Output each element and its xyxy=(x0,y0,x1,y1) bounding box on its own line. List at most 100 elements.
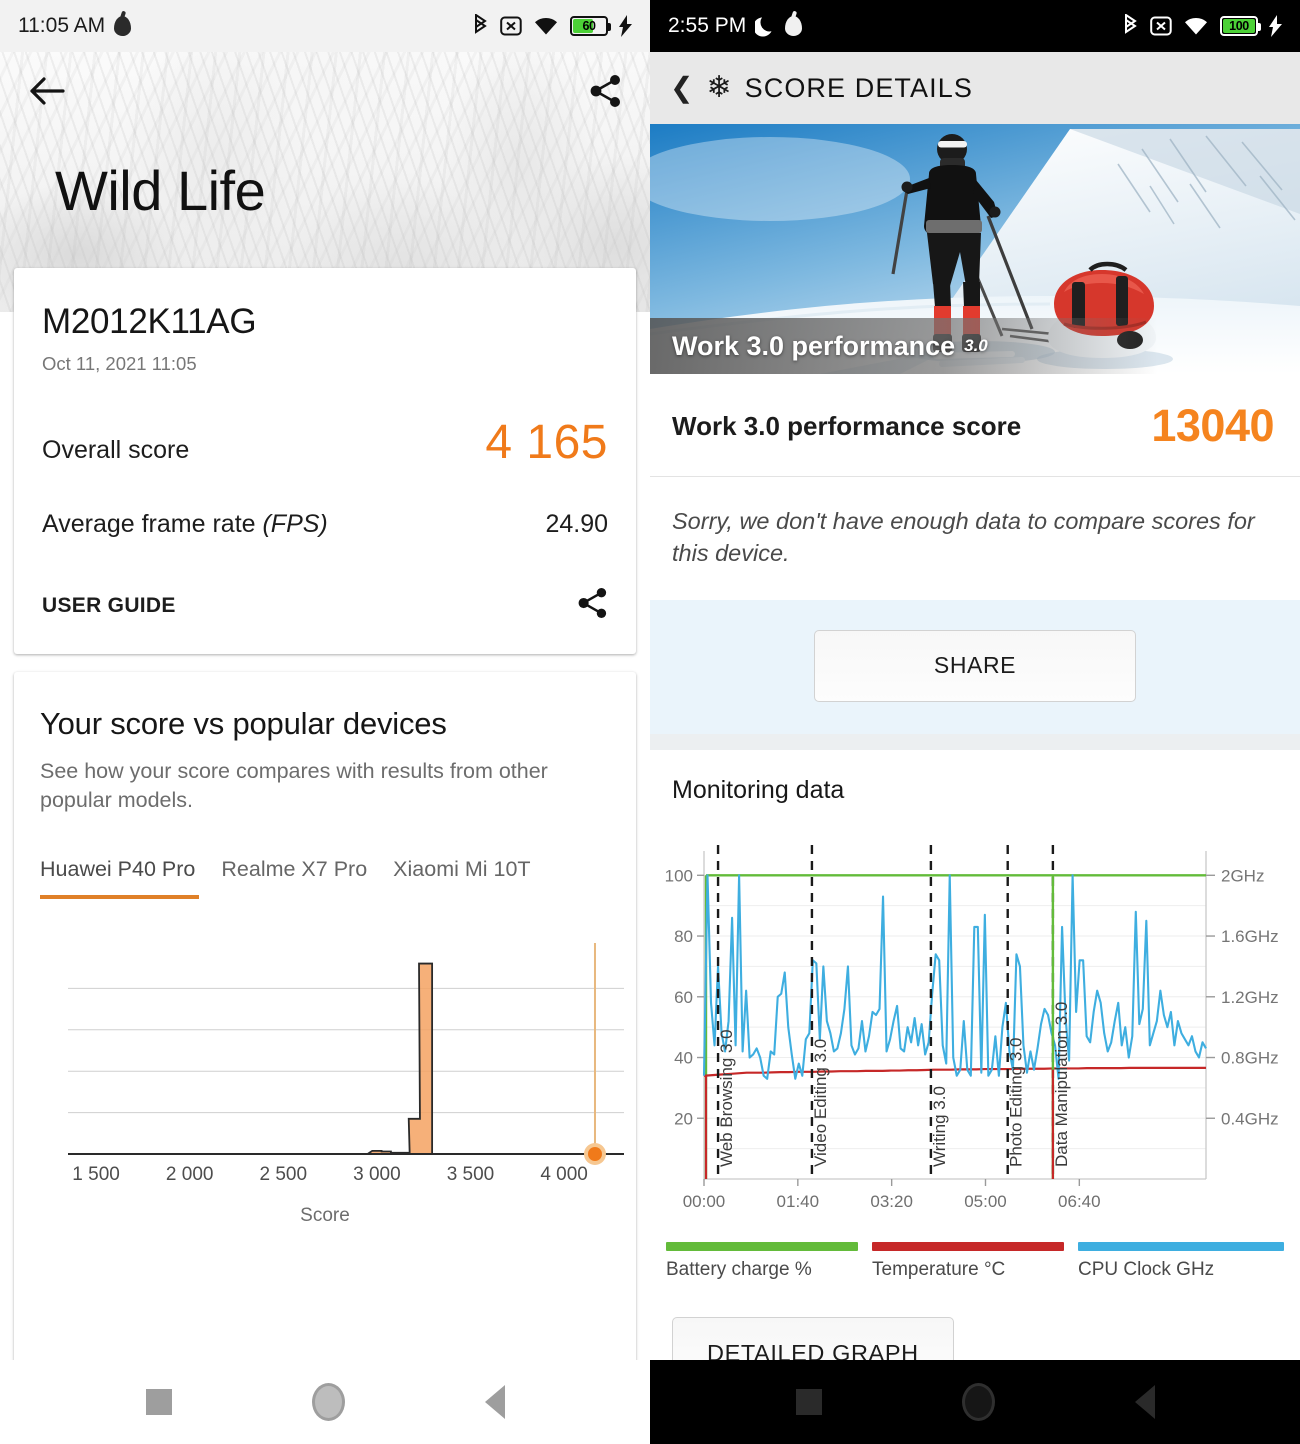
circle-home-icon[interactable] xyxy=(961,1383,995,1421)
work-score-value: 13040 xyxy=(1151,400,1274,451)
svg-text:4 000: 4 000 xyxy=(540,1164,588,1185)
svg-text:05:00: 05:00 xyxy=(964,1192,1007,1211)
status-time: 11:05 AM xyxy=(18,14,106,37)
legend-cpu-label: CPU Clock GHz xyxy=(1078,1258,1215,1280)
svg-text:80: 80 xyxy=(674,927,693,946)
wifi-icon xyxy=(533,15,559,37)
charging-bolt-icon xyxy=(1269,15,1282,37)
circle-home-icon[interactable] xyxy=(311,1383,345,1421)
right-phone-panel: 2:55 PM 100 ❮ ❄ SCORE DETAILS Work 3.0 p… xyxy=(650,0,1300,1444)
legend-battery-swatch xyxy=(666,1241,858,1251)
svg-text:Web Browsing 3.0: Web Browsing 3.0 xyxy=(717,1029,736,1167)
left-phone-panel: 11:05 AM 60 Wild Life M2012K11AG Oct 11,… xyxy=(0,0,650,1444)
user-guide-link[interactable]: USER GUIDE xyxy=(42,594,176,618)
wifi-icon xyxy=(1183,15,1209,37)
hero-caption: Work 3.0 performance 3.0 xyxy=(650,318,1300,374)
svg-text:Data Manipulation 3.0: Data Manipulation 3.0 xyxy=(1052,1001,1071,1166)
score-section: Work 3.0 performance score 13040 Sorry, … xyxy=(650,374,1300,600)
share-icon[interactable] xyxy=(590,74,622,108)
fps-label: Average frame rate (FPS) xyxy=(42,510,328,538)
moon-icon xyxy=(755,15,776,37)
svg-text:20: 20 xyxy=(674,1109,693,1128)
status-right-group: 60 xyxy=(472,14,632,38)
fps-value: 24.90 xyxy=(545,510,608,538)
svg-text:2GHz: 2GHz xyxy=(1221,866,1264,885)
not-enough-data-notice: Sorry, we don't have enough data to comp… xyxy=(672,508,1255,567)
tab-xiaomi-mi-10t[interactable]: Xiaomi Mi 10T xyxy=(393,857,556,899)
svg-text:03:20: 03:20 xyxy=(870,1192,913,1211)
bluetooth-icon xyxy=(1122,14,1139,38)
result-timestamp: Oct 11, 2021 11:05 xyxy=(42,353,197,374)
status-time: 2:55 PM xyxy=(668,14,747,37)
status-left-group: 11:05 AM xyxy=(18,14,132,38)
svg-text:Writing 3.0: Writing 3.0 xyxy=(930,1086,949,1167)
monitoring-legend: Battery charge % Temperature °C CPU Cloc… xyxy=(650,1232,1300,1303)
svg-text:40: 40 xyxy=(674,1048,693,1067)
monitoring-data-title: Monitoring data xyxy=(672,775,845,804)
legend-battery: Battery charge % xyxy=(666,1241,872,1281)
share-button[interactable]: SHARE xyxy=(814,629,1136,702)
compare-title: Your score vs popular devices xyxy=(40,706,447,741)
hero-toolbar xyxy=(0,52,650,108)
monitoring-graph: 20 40 60 80 100 0.4GHz 0.8GHz 1.2GHz 1.6GHz 2GHz 0… xyxy=(650,829,1300,1232)
legend-temperature-label: Temperature °C xyxy=(872,1258,1006,1280)
hero-caption-version: 3.0 xyxy=(964,336,988,355)
share-section: SHARE xyxy=(650,599,1300,734)
status-left-group: 2:55 PM xyxy=(668,14,803,38)
legend-cpu: CPU Clock GHz xyxy=(1078,1241,1284,1281)
legend-cpu-swatch xyxy=(1078,1241,1284,1251)
svg-text:06:40: 06:40 xyxy=(1058,1192,1101,1211)
square-recents-icon[interactable] xyxy=(795,1389,822,1415)
work-performance-hero-image: Work 3.0 performance 3.0 xyxy=(650,124,1300,374)
battery-icon: 100 xyxy=(1220,16,1261,36)
histogram-x-axis-title: Score xyxy=(300,1205,350,1227)
fps-row: Average frame rate (FPS) 24.90 xyxy=(42,510,608,539)
svg-text:1.6GHz: 1.6GHz xyxy=(1221,927,1279,946)
back-arrow-icon[interactable] xyxy=(28,76,66,106)
left-navigation-bar xyxy=(0,1360,650,1444)
legend-battery-label: Battery charge % xyxy=(666,1258,812,1280)
svg-text:Video Editing 3.0: Video Editing 3.0 xyxy=(811,1039,830,1167)
app-bar-title: SCORE DETAILS xyxy=(744,72,973,103)
bluetooth-icon xyxy=(472,14,489,38)
legend-temperature: Temperature °C xyxy=(872,1241,1078,1281)
battery-level: 60 xyxy=(582,19,596,33)
monitoring-card: Monitoring data 20 40 60 80 100 0.4GHz 0.8GHz 1… xyxy=(650,749,1300,1413)
triangle-back-icon[interactable] xyxy=(1134,1385,1155,1419)
battery-level: 100 xyxy=(1229,19,1249,33)
drop-icon xyxy=(114,16,132,36)
work-score-row: Work 3.0 performance score 13040 xyxy=(650,374,1300,477)
overall-score-value: 4 165 xyxy=(485,416,608,469)
triangle-back-icon[interactable] xyxy=(484,1385,505,1419)
share-icon[interactable] xyxy=(578,587,608,624)
tab-huawei-p40-pro[interactable]: Huawei P40 Pro xyxy=(40,857,221,900)
right-navigation-bar xyxy=(650,1360,1300,1444)
page-title: Wild Life xyxy=(55,159,266,222)
tab-realme-x7-pro[interactable]: Realme X7 Pro xyxy=(221,857,393,899)
legend-temperature-swatch xyxy=(872,1241,1064,1251)
device-name: M2012K11AG xyxy=(42,302,257,341)
device-tabs: Huawei P40 Pro Realme X7 Pro Xiaomi Mi 1… xyxy=(40,857,610,900)
svg-text:2 500: 2 500 xyxy=(260,1164,308,1185)
svg-text:60: 60 xyxy=(674,988,693,1007)
monitoring-graph-svg: 20 40 60 80 100 0.4GHz 0.8GHz 1.2GHz 1.6GHz 2GHz 0… xyxy=(665,844,1279,1211)
battery-icon: 60 xyxy=(570,16,611,36)
svg-text:00:00: 00:00 xyxy=(683,1192,726,1211)
svg-text:3 000: 3 000 xyxy=(353,1164,401,1185)
svg-text:0.8GHz: 0.8GHz xyxy=(1221,1048,1279,1067)
drop-icon xyxy=(785,16,803,36)
square-recents-icon[interactable] xyxy=(145,1389,172,1415)
compare-card: Your score vs popular devices See how yo… xyxy=(14,672,636,1378)
overall-score-label: Overall score xyxy=(42,436,190,464)
compare-subtitle: See how your score compares with results… xyxy=(40,759,548,812)
right-status-bar: 2:55 PM 100 xyxy=(650,0,1300,52)
work-score-label: Work 3.0 performance score xyxy=(672,410,1022,441)
svg-text:1 500: 1 500 xyxy=(72,1164,120,1185)
score-summary-card: M2012K11AG Oct 11, 2021 11:05 Overall sc… xyxy=(14,268,636,654)
svg-text:0.4GHz: 0.4GHz xyxy=(1221,1109,1279,1128)
snowflake-icon: ❄ xyxy=(706,71,732,104)
app-bar: ❮ ❄ SCORE DETAILS xyxy=(650,52,1300,124)
chevron-left-icon[interactable]: ❮ xyxy=(670,74,693,102)
sim-x-icon xyxy=(1150,15,1172,37)
svg-text:Photo Editing 3.0: Photo Editing 3.0 xyxy=(1007,1037,1026,1166)
